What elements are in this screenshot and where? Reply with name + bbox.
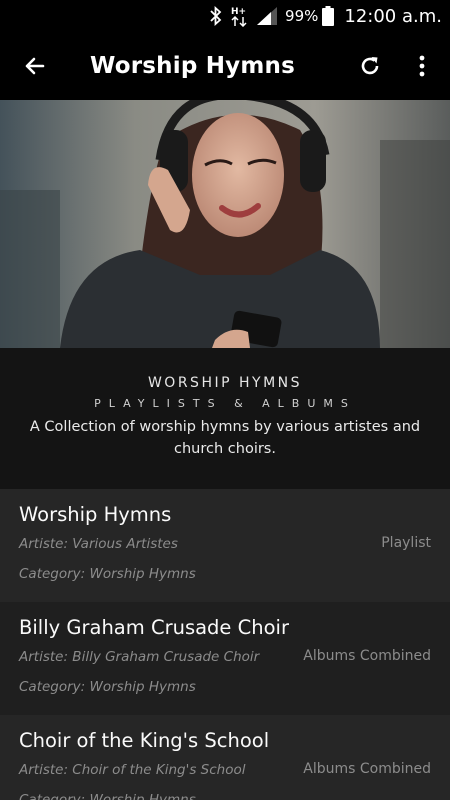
overflow-menu-button[interactable]	[396, 32, 448, 100]
collection-list: Worship Hymns Artiste: Various Artistes …	[0, 489, 450, 800]
item-type: Albums Combined	[303, 648, 431, 664]
list-item[interactable]: Worship Hymns Artiste: Various Artistes …	[0, 489, 450, 602]
intro-description: A Collection of worship hymns by various…	[29, 419, 421, 457]
intro-heading: WORSHIP HYMNS	[147, 375, 303, 391]
network-type-label: H+	[231, 7, 246, 17]
list-item[interactable]: Choir of the King's School Artiste: Choi…	[0, 715, 450, 800]
item-name: Worship Hymns	[19, 503, 172, 526]
battery-icon	[322, 6, 335, 26]
intro-subheading: PLAYLISTS & ALBUMS	[94, 397, 356, 410]
item-category: Category: Worship Hymns	[19, 679, 196, 695]
refresh-button[interactable]	[344, 32, 396, 100]
hero-image	[0, 100, 450, 348]
item-type: Albums Combined	[303, 761, 431, 777]
battery-percent: 99%	[285, 7, 319, 25]
refresh-icon	[361, 57, 379, 75]
page-title: Worship Hymns	[90, 53, 295, 79]
item-type: Playlist	[381, 535, 431, 551]
app-bar: Worship Hymns	[0, 32, 450, 100]
back-arrow-icon	[25, 57, 45, 75]
overflow-menu-icon	[419, 55, 425, 77]
signal-icon	[257, 7, 278, 25]
bluetooth-icon	[209, 6, 223, 26]
network-arrows-icon: H+	[231, 5, 249, 27]
clock: 12:00 a.m.	[344, 5, 442, 27]
item-name: Choir of the King's School	[19, 729, 270, 752]
item-name: Billy Graham Crusade Choir	[19, 616, 289, 639]
status-bar: H+ 99% 12:00 a.m.	[0, 0, 450, 32]
item-category: Category: Worship Hymns	[19, 792, 196, 800]
back-button[interactable]	[0, 32, 70, 100]
intro-section: WORSHIP HYMNS PLAYLISTS & ALBUMS A Colle…	[0, 348, 450, 489]
item-category: Category: Worship Hymns	[19, 566, 196, 582]
list-item[interactable]: Billy Graham Crusade Choir Artiste: Bill…	[0, 602, 450, 715]
item-artist: Artiste: Various Artistes	[19, 536, 178, 552]
